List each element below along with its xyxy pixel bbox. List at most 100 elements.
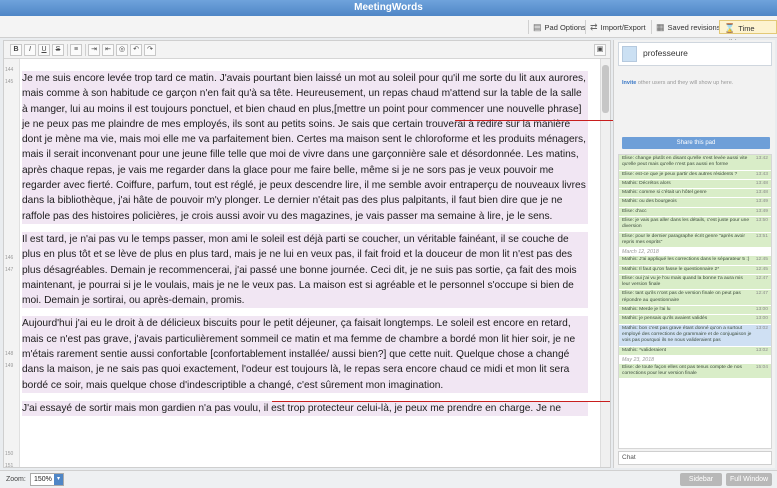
chat-message: Elise: pour le dernier paragraphe écrit … <box>619 232 771 249</box>
paragraph[interactable]: Aujourd'hui j'ai eu le droit à de délici… <box>22 316 588 393</box>
chat-message-time: 12:45 <box>755 257 768 263</box>
invite-text: other users and they will show up here. <box>637 80 734 86</box>
bold-button[interactable]: B <box>10 44 22 56</box>
chat-message-time: 15:04 <box>755 364 768 370</box>
chat-message: Mathis: J'ai appliqué les corrections da… <box>619 256 771 266</box>
invite-link[interactable]: Invite <box>622 80 636 86</box>
outdent-button[interactable]: ⇤ <box>102 44 114 56</box>
chat-message-time: 13:00 <box>755 307 768 313</box>
app-title: MeetingWords <box>0 0 777 16</box>
chat-message: Elise: oui j'ai vu je l'ou mais quand la… <box>619 274 771 291</box>
chat-message-text: Mathis: comme si c'était un hôtel genre <box>622 190 707 196</box>
scrollbar-thumb[interactable] <box>602 65 609 113</box>
pad-options-label: Pad Options <box>544 23 586 32</box>
italic-button[interactable]: I <box>24 44 36 56</box>
chat-message-text: Elise: tant qu'ils n'ont pas de version … <box>622 291 741 303</box>
chat-message: Mathis: Décrétos alors 13:48 <box>619 179 771 190</box>
indent-button[interactable]: ⇥ <box>88 44 100 56</box>
saved-revisions-label: Saved revisions <box>667 23 721 32</box>
chat-message-text: Mathis: Il faut qu'on fasse le questionn… <box>622 266 720 272</box>
full-window-button[interactable]: Full Window <box>726 473 772 486</box>
time-slider-button[interactable]: ⌛Time Slider <box>719 20 777 47</box>
chat-message-time: 13:43 <box>755 171 768 177</box>
chat-message-time: 12:47 <box>755 275 768 281</box>
eye-icon: ◎ <box>118 46 126 53</box>
chat-log[interactable]: Elise: change plutôt en disant qu'elle s… <box>618 154 772 449</box>
redo-button[interactable]: ↷ <box>144 44 156 56</box>
user-name: professeure <box>643 48 688 58</box>
chat-message: Elise: tant qu'ils n'ont pas de version … <box>619 290 771 307</box>
chat-message-time: 13:51 <box>755 233 768 239</box>
line-number: 151 <box>5 463 14 469</box>
import-export-label: Import/Export <box>600 23 646 32</box>
line-number: 149 <box>5 363 14 369</box>
user-entry[interactable]: professeure <box>618 42 772 66</box>
format-toolbar: B I U S ≡ ⇥ ⇤ ◎ ↶ ↷ ▣ <box>4 41 610 59</box>
clear-authorship-button[interactable]: ◎ <box>116 44 128 56</box>
sidebar-toggle-button[interactable]: Sidebar <box>680 473 722 486</box>
chat-message-text: Elise: change plutôt en disant qu'elle s… <box>622 156 748 168</box>
zoom-value: 150% <box>34 476 52 483</box>
save-icon: ▣ <box>596 46 604 53</box>
paragraph[interactable]: J'ai essayé de sortir mais mon gardien n… <box>22 400 588 417</box>
chevron-down-icon: ▾ <box>54 474 63 485</box>
chat-message-time: 13:00 <box>755 316 768 322</box>
user-color-swatch[interactable] <box>622 46 637 62</box>
chat-message-time: 12:45 <box>755 266 768 272</box>
chat-message-time: 13:02 <box>755 347 768 353</box>
paragraph[interactable]: Je me suis encore levée trop tard ce mat… <box>22 71 588 224</box>
chat-message-text: Elise: je vais pas aller dans les détail… <box>622 218 750 230</box>
revisions-icon: ▦ <box>656 22 665 32</box>
ordered-list-button[interactable]: ≡ <box>70 44 82 56</box>
line-number: 147 <box>5 267 14 273</box>
chat-message-text: Elise: d'acc <box>622 208 647 214</box>
indent-icon: ⇥ <box>91 46 97 53</box>
toolbar-divider <box>67 44 68 56</box>
line-number: 144 <box>5 67 14 73</box>
chat-message-text: Elise: est-ce que je peux partir des aut… <box>622 171 738 177</box>
invite-message: Invite other users and they will show up… <box>622 80 770 87</box>
chat-message: Mathis: ou des bourgeois 13:49 <box>619 198 771 208</box>
top-toolbar: ▤ Pad Options ⇄ Import/Export ▦ Saved revis… <box>0 16 777 47</box>
chat-message-text: Elise: de toute façon elles ont pas tenu… <box>622 364 742 377</box>
zoom-label: Zoom: <box>6 476 26 483</box>
zoom-select[interactable]: 150% ▾ <box>30 473 64 486</box>
chat-message: Mathis: bon c'est pas grave étant donné … <box>619 324 771 347</box>
line-number: 150 <box>5 451 14 457</box>
chat-message: Elise: change plutôt en disant qu'elle s… <box>619 155 771 171</box>
save-revision-button[interactable]: ▣ <box>594 44 606 56</box>
chat-message-time: 12:47 <box>755 291 768 297</box>
pad-document[interactable]: Je me suis encore levée trop tard ce mat… <box>22 71 588 424</box>
chat-message: Elise: est-ce que je peux partir des aut… <box>619 170 771 180</box>
chat-message: Mathis: Merde je l'ai lu 13:00 <box>619 306 771 316</box>
strikethrough-button[interactable]: S <box>52 44 64 56</box>
gear-icon: ▤ <box>533 22 542 32</box>
paragraph[interactable]: Il est tard, je n'ai pas vu le temps pas… <box>22 231 588 309</box>
chat-message: Elise: de toute façon elles ont pas tenu… <box>619 363 771 380</box>
chat-message-time: 13:49 <box>755 199 768 205</box>
chat-message-time: 13:48 <box>755 190 768 196</box>
chat-message-text: Mathis: Merde je l'ai lu <box>622 307 671 313</box>
chat-message-time: 13:48 <box>755 180 768 186</box>
chat-message: Mathis: je pensais qu'ils avaient validé… <box>619 315 771 325</box>
chat-message-text: Elise: pour le dernier paragraphe écrit … <box>622 233 745 245</box>
import-export-button[interactable]: ⇄ Import/Export <box>585 20 650 34</box>
chat-message-text: Mathis: je pensais qu'ils avaient validé… <box>622 316 708 322</box>
chat-input[interactable]: Chat <box>618 451 772 465</box>
line-number: 146 <box>5 255 14 261</box>
chat-message-text: Mathis: *valideraient <box>622 347 667 353</box>
undo-button[interactable]: ↶ <box>130 44 142 56</box>
comment-connector-line <box>272 401 610 402</box>
chat-message-text: Mathis: J'ai appliqué les corrections da… <box>622 257 750 263</box>
chat-message-text: Mathis: ou des bourgeois <box>622 199 677 205</box>
chat-message: Elise: d'acc 13:49 <box>619 207 771 218</box>
chat-message-text: Elise: oui j'ai vu je l'ou mais quand la… <box>622 275 743 288</box>
chat-message: Mathis: *valideraient 13:02 <box>619 346 771 356</box>
underline-button[interactable]: U <box>38 44 50 56</box>
saved-revisions-button[interactable]: ▦ Saved revisions <box>651 20 724 34</box>
chat-message: Mathis: Il faut qu'on fasse le questionn… <box>619 265 771 275</box>
pad-options-button[interactable]: ▤ Pad Options <box>528 20 590 34</box>
chat-message-time: 13:42 <box>755 156 768 161</box>
import-export-icon: ⇄ <box>590 22 598 32</box>
share-pad-button[interactable]: Share this pad <box>622 137 770 149</box>
